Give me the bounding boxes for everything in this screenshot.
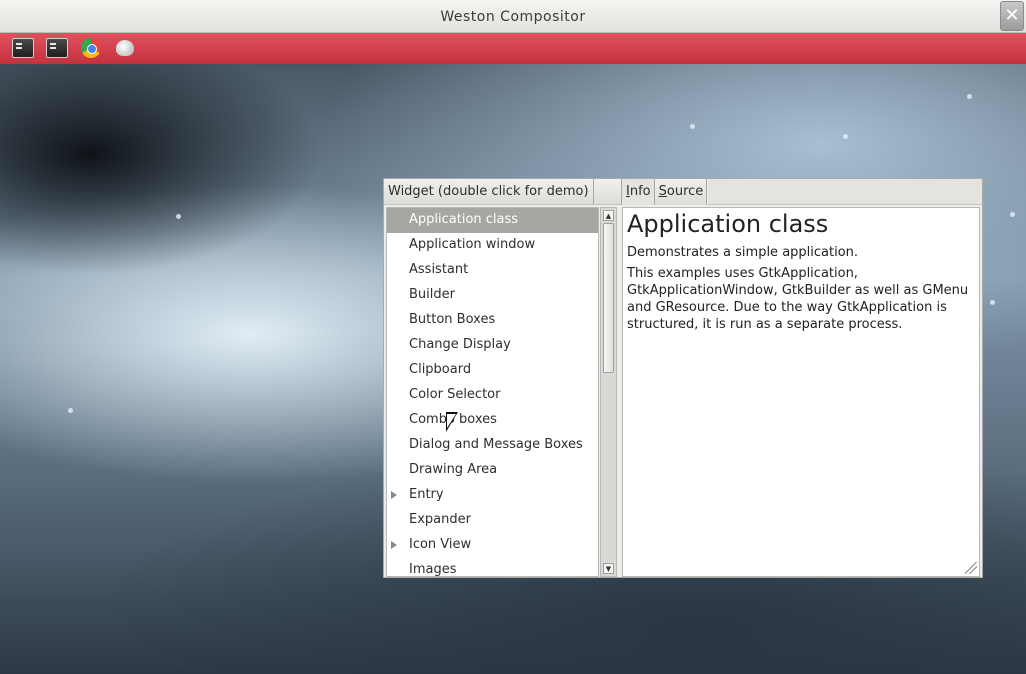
header-spacer — [594, 179, 621, 205]
list-item[interactable]: Icon View — [387, 533, 598, 558]
tab-bar: Info Source — [621, 179, 708, 205]
list-item-label: Change Display — [409, 337, 511, 352]
tab-info-rest: nfo — [629, 184, 651, 199]
list-item[interactable]: Images — [387, 558, 598, 577]
mouse-cursor-icon — [446, 412, 458, 432]
list-item[interactable]: Entry — [387, 483, 598, 508]
terminal-icon[interactable] — [46, 38, 68, 58]
list-item-label: Clipboard — [409, 362, 472, 377]
list-item-label: Builder — [409, 287, 455, 302]
window-title: Weston Compositor — [440, 9, 586, 25]
list-item-label: Assistant — [409, 262, 469, 277]
list-item-label: Entry — [409, 487, 444, 502]
list-item[interactable]: Change Display — [387, 333, 598, 358]
list-item[interactable]: Button Boxes — [387, 308, 598, 333]
expander-arrow-icon[interactable] — [391, 491, 397, 499]
chrome-icon[interactable] — [81, 38, 101, 58]
list-item-label: Images — [409, 562, 457, 577]
list-item[interactable]: Clipboard — [387, 358, 598, 383]
list-item-label: Application class — [409, 212, 519, 227]
list-item-label: Drawing Area — [409, 462, 498, 477]
list-item[interactable]: Application window — [387, 233, 598, 258]
list-item[interactable]: Application class — [387, 208, 598, 233]
window-titlebar[interactable]: Weston Compositor ✕ — [0, 0, 1026, 33]
tab-source[interactable]: Source — [653, 179, 708, 205]
expander-arrow-icon[interactable] — [391, 541, 397, 549]
list-item-label: Dialog and Message Boxes — [409, 437, 583, 452]
list-item-label: Expander — [409, 512, 471, 527]
scroll-down-icon[interactable]: ▼ — [603, 563, 614, 574]
close-button[interactable]: ✕ — [1000, 1, 1024, 31]
gtk-demo-window: Widget (double click for demo) Info Sour… — [383, 178, 983, 578]
list-item-label: Color Selector — [409, 387, 501, 402]
list-item[interactable]: Assistant — [387, 258, 598, 283]
tab-source-rest: ource — [666, 184, 704, 199]
list-item[interactable]: Drawing Area — [387, 458, 598, 483]
list-scrollbar[interactable]: ▲ ▼ — [600, 207, 617, 577]
list-item[interactable]: Combo boxes — [387, 408, 598, 433]
widget-list[interactable]: Application class Application window Assis… — [386, 207, 599, 577]
list-item[interactable]: Dialog and Message Boxes — [387, 433, 598, 458]
list-item[interactable]: Color Selector — [387, 383, 598, 408]
list-item[interactable]: Expander — [387, 508, 598, 533]
top-panel — [0, 33, 1026, 64]
info-summary: Demonstrates a simple application. — [627, 245, 859, 260]
list-item-label: Application window — [409, 237, 536, 252]
widget-column-header[interactable]: Widget (double click for demo) — [384, 179, 594, 205]
list-item-label: Icon View — [409, 537, 472, 552]
list-item-label: Button Boxes — [409, 312, 496, 327]
flower-icon[interactable] — [116, 40, 134, 56]
list-item[interactable]: Builder — [387, 283, 598, 308]
info-heading: Application class — [627, 210, 829, 238]
tab-info[interactable]: Info — [621, 179, 654, 205]
terminal-icon[interactable] — [12, 38, 34, 58]
resize-grip-icon[interactable] — [965, 562, 977, 574]
scroll-up-icon[interactable]: ▲ — [603, 210, 614, 221]
info-body: This examples uses GtkApplication, GtkAp… — [627, 266, 969, 332]
scroll-thumb[interactable] — [603, 223, 614, 373]
info-pane: Application class Demonstrates a simple … — [622, 207, 980, 577]
